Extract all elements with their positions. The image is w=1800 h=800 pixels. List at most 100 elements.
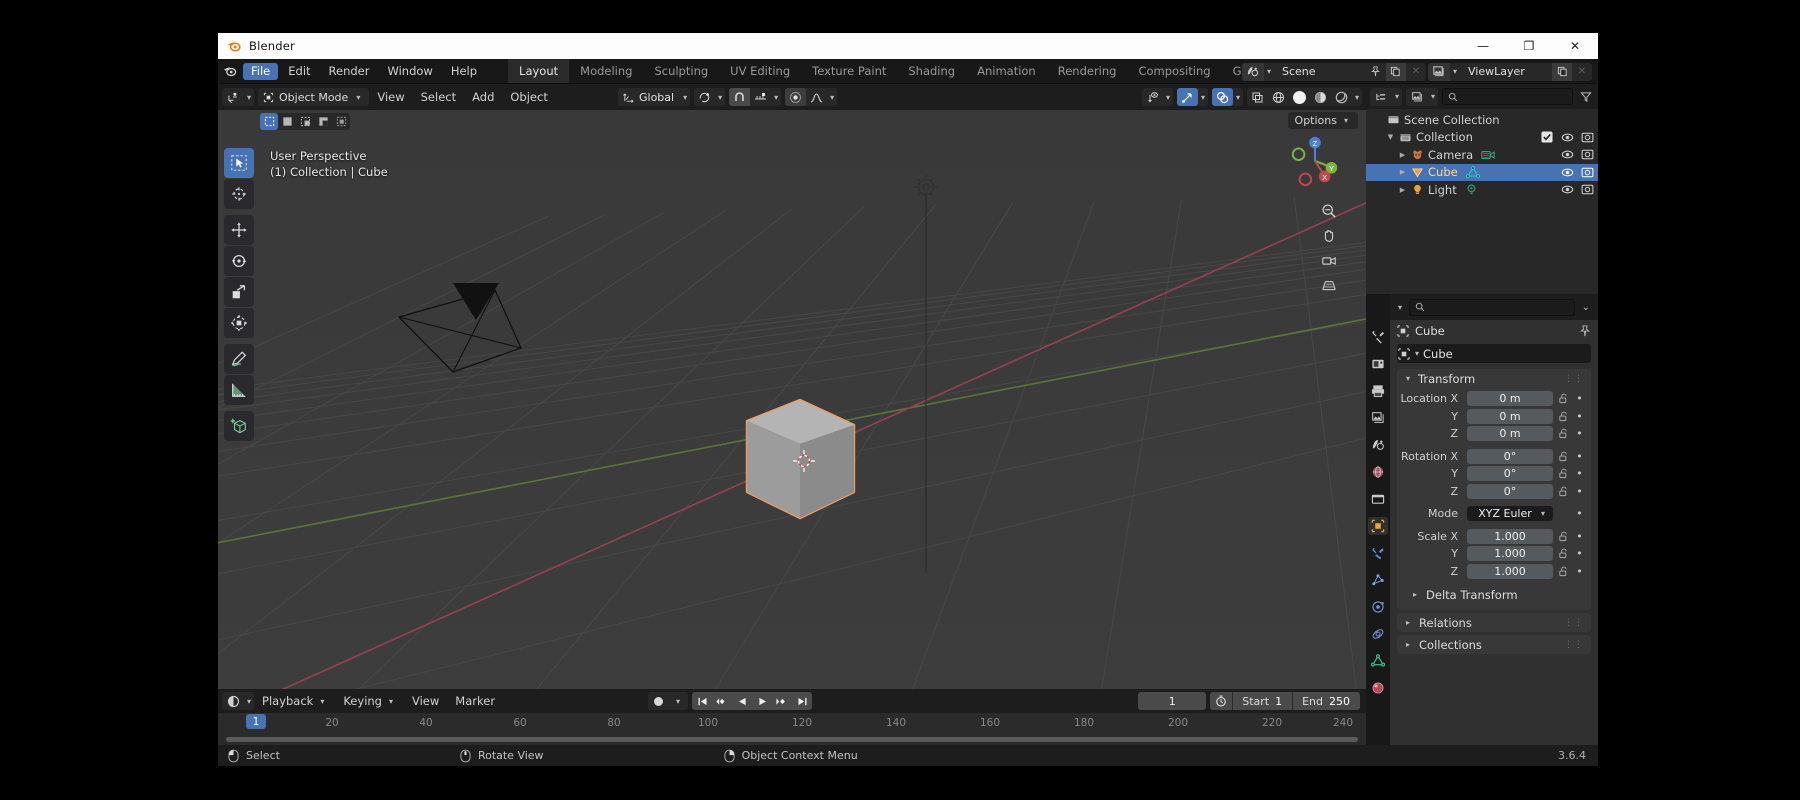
solid-shading-icon[interactable] — [1289, 88, 1310, 106]
object-mode-control[interactable]: Object Mode ▾ — [258, 91, 369, 104]
select-box-icon[interactable] — [260, 112, 278, 130]
transform-orientation-selector[interactable]: Global ▾ — [618, 88, 691, 106]
timeline-strip[interactable]: 1 20 40 60 80 100 120 140 160 180 200 22… — [218, 713, 1366, 735]
object-name-value[interactable]: Cube — [1423, 347, 1453, 361]
outliner-row-scene-collection[interactable]: Scene Collection — [1366, 111, 1598, 129]
object-types-visibility[interactable]: ▾ — [1141, 88, 1173, 106]
relations-panel[interactable]: ▸ Relations ⋮⋮ — [1397, 613, 1591, 632]
outliner-row-cube[interactable]: ▶ Cube — [1366, 163, 1598, 181]
disable-in-render-icon[interactable] — [1580, 130, 1594, 144]
outliner-display-mode-icon[interactable] — [1370, 88, 1392, 106]
animate-property-dot[interactable]: • — [1574, 427, 1585, 440]
overlays-chevron-down-icon[interactable]: ▾ — [1233, 93, 1243, 102]
menu-help[interactable]: Help — [442, 59, 486, 84]
maximize-button[interactable]: ❐ — [1506, 33, 1552, 59]
tab-modeling[interactable]: Modeling — [569, 59, 643, 83]
transform-expand-chevron-icon[interactable]: ▾ — [1403, 374, 1413, 383]
visibility-chevron-down-icon[interactable]: ▾ — [1163, 93, 1173, 102]
camera-view-icon[interactable] — [1320, 252, 1338, 270]
pin-icon[interactable] — [1366, 63, 1386, 81]
lock-icon[interactable] — [1557, 566, 1570, 577]
animate-property-dot[interactable]: • — [1574, 450, 1585, 463]
cube-expand-triangle[interactable]: ▶ — [1396, 168, 1409, 176]
jump-to-next-keyframe-icon[interactable] — [772, 692, 792, 710]
select-extend-icon[interactable] — [296, 113, 314, 130]
lock-icon[interactable] — [1557, 548, 1570, 559]
viewport-menu-add[interactable]: Add — [464, 90, 502, 104]
transport-controls[interactable] — [692, 692, 812, 710]
location-z-field[interactable]: 0 m — [1467, 426, 1553, 442]
timeline-editor-icon[interactable] — [222, 692, 244, 710]
jump-to-prev-keyframe-icon[interactable] — [712, 692, 732, 710]
scene-tab[interactable] — [1368, 436, 1388, 454]
disable-in-render-icon[interactable] — [1580, 148, 1594, 162]
orientation-chevron-down-icon[interactable]: ▾ — [680, 93, 690, 102]
collections-panel[interactable]: ▸ Collections ⋮⋮ — [1397, 635, 1591, 654]
lock-icon[interactable] — [1557, 393, 1570, 404]
start-frame-value[interactable]: 1 — [1275, 695, 1292, 708]
scale-z-field[interactable]: 1.000 — [1467, 563, 1553, 579]
properties-options-chevron-down-icon[interactable]: ⌄ — [1579, 302, 1593, 313]
light-object[interactable] — [908, 173, 944, 583]
timeline-menu-keying[interactable]: Keying ▾ — [335, 694, 404, 708]
viewport-menu-select[interactable]: Select — [413, 90, 464, 104]
lock-icon[interactable] — [1557, 411, 1570, 422]
overlays-controls[interactable]: ▾ — [1211, 88, 1243, 106]
rotate-tool[interactable] — [224, 246, 254, 276]
properties-search-input[interactable] — [1430, 300, 1569, 314]
scene-chevron-down-icon[interactable]: ▾ — [1264, 67, 1274, 76]
pivot-point-selector[interactable]: ▾ — [694, 88, 726, 106]
lock-icon[interactable] — [1557, 451, 1570, 462]
play-reverse-icon[interactable] — [732, 692, 752, 710]
jump-to-end-icon[interactable] — [792, 692, 812, 710]
camera-expand-triangle[interactable]: ▶ — [1396, 151, 1409, 159]
location-x-field[interactable]: 0 m — [1467, 391, 1553, 407]
unlink-scene-icon[interactable]: ✕ — [1406, 63, 1426, 81]
animate-property-dot[interactable]: • — [1574, 530, 1585, 543]
modifiers-tab[interactable] — [1368, 544, 1388, 562]
playhead[interactable]: 1 — [246, 714, 266, 729]
move-tool[interactable] — [224, 215, 254, 245]
add-cube-tool[interactable] — [224, 411, 254, 441]
outliner-row-camera[interactable]: ▶ Camera — [1366, 146, 1598, 164]
tab-animation[interactable]: Animation — [966, 59, 1047, 83]
navigation-gizmo[interactable]: Z Y X — [1286, 132, 1344, 190]
tab-rendering[interactable]: Rendering — [1047, 59, 1128, 83]
properties-search[interactable] — [1409, 298, 1575, 316]
tab-sculpting[interactable]: Sculpting — [643, 59, 719, 83]
select-difference-icon[interactable] — [332, 113, 350, 130]
outliner-editor-type[interactable]: ▾ — [1370, 87, 1403, 106]
timeline-editor-chevron-down-icon[interactable]: ▾ — [244, 697, 254, 706]
play-icon[interactable] — [752, 692, 772, 710]
outliner-filter-scene[interactable]: ▾ — [1406, 87, 1439, 106]
scene-selector[interactable]: ▾ Scene ✕ — [1241, 62, 1426, 81]
snap-chevron-down-icon[interactable]: ▾ — [771, 93, 781, 102]
timeline-editor-type[interactable]: ▾ — [222, 692, 255, 710]
outliner-row-collection[interactable]: ▼ Collection — [1366, 129, 1598, 147]
menu-file[interactable]: File — [243, 62, 279, 80]
snapping-controls[interactable]: ▾ — [729, 88, 782, 106]
animate-property-dot[interactable]: • — [1574, 467, 1585, 480]
xray-toggle-icon[interactable] — [1247, 88, 1268, 106]
select-mode-group[interactable] — [260, 112, 350, 130]
view-layer-selector[interactable]: ▾ ViewLayer ✕ — [1427, 62, 1592, 81]
outliner-mode-chevron-down-icon[interactable]: ▾ — [1392, 92, 1402, 101]
disable-in-render-icon[interactable] — [1580, 165, 1594, 179]
view-layer-name[interactable]: ViewLayer — [1460, 62, 1552, 81]
auto-keying-icon[interactable] — [648, 692, 668, 710]
outliner-scene-chevron-down-icon[interactable]: ▾ — [1428, 92, 1438, 101]
snap-increment-icon[interactable] — [750, 88, 771, 106]
gizmo-icon[interactable] — [1176, 88, 1198, 106]
close-button[interactable]: ✕ — [1552, 33, 1598, 59]
scale-x-field[interactable]: 1.000 — [1467, 528, 1553, 544]
output-tab[interactable] — [1368, 382, 1388, 400]
shading-modes[interactable]: ▾ — [1246, 88, 1362, 106]
disable-in-render-icon[interactable] — [1580, 183, 1594, 197]
auto-keying-group[interactable]: ▾ — [648, 692, 688, 710]
animate-property-dot[interactable]: • — [1574, 485, 1585, 498]
tab-compositing[interactable]: Compositing — [1127, 59, 1221, 83]
annotate-tool[interactable] — [224, 344, 254, 374]
new-scene-icon[interactable] — [1385, 62, 1406, 81]
remove-view-layer-icon[interactable]: ✕ — [1572, 63, 1592, 81]
auto-keying-chevron-down-icon[interactable]: ▾ — [668, 692, 688, 710]
